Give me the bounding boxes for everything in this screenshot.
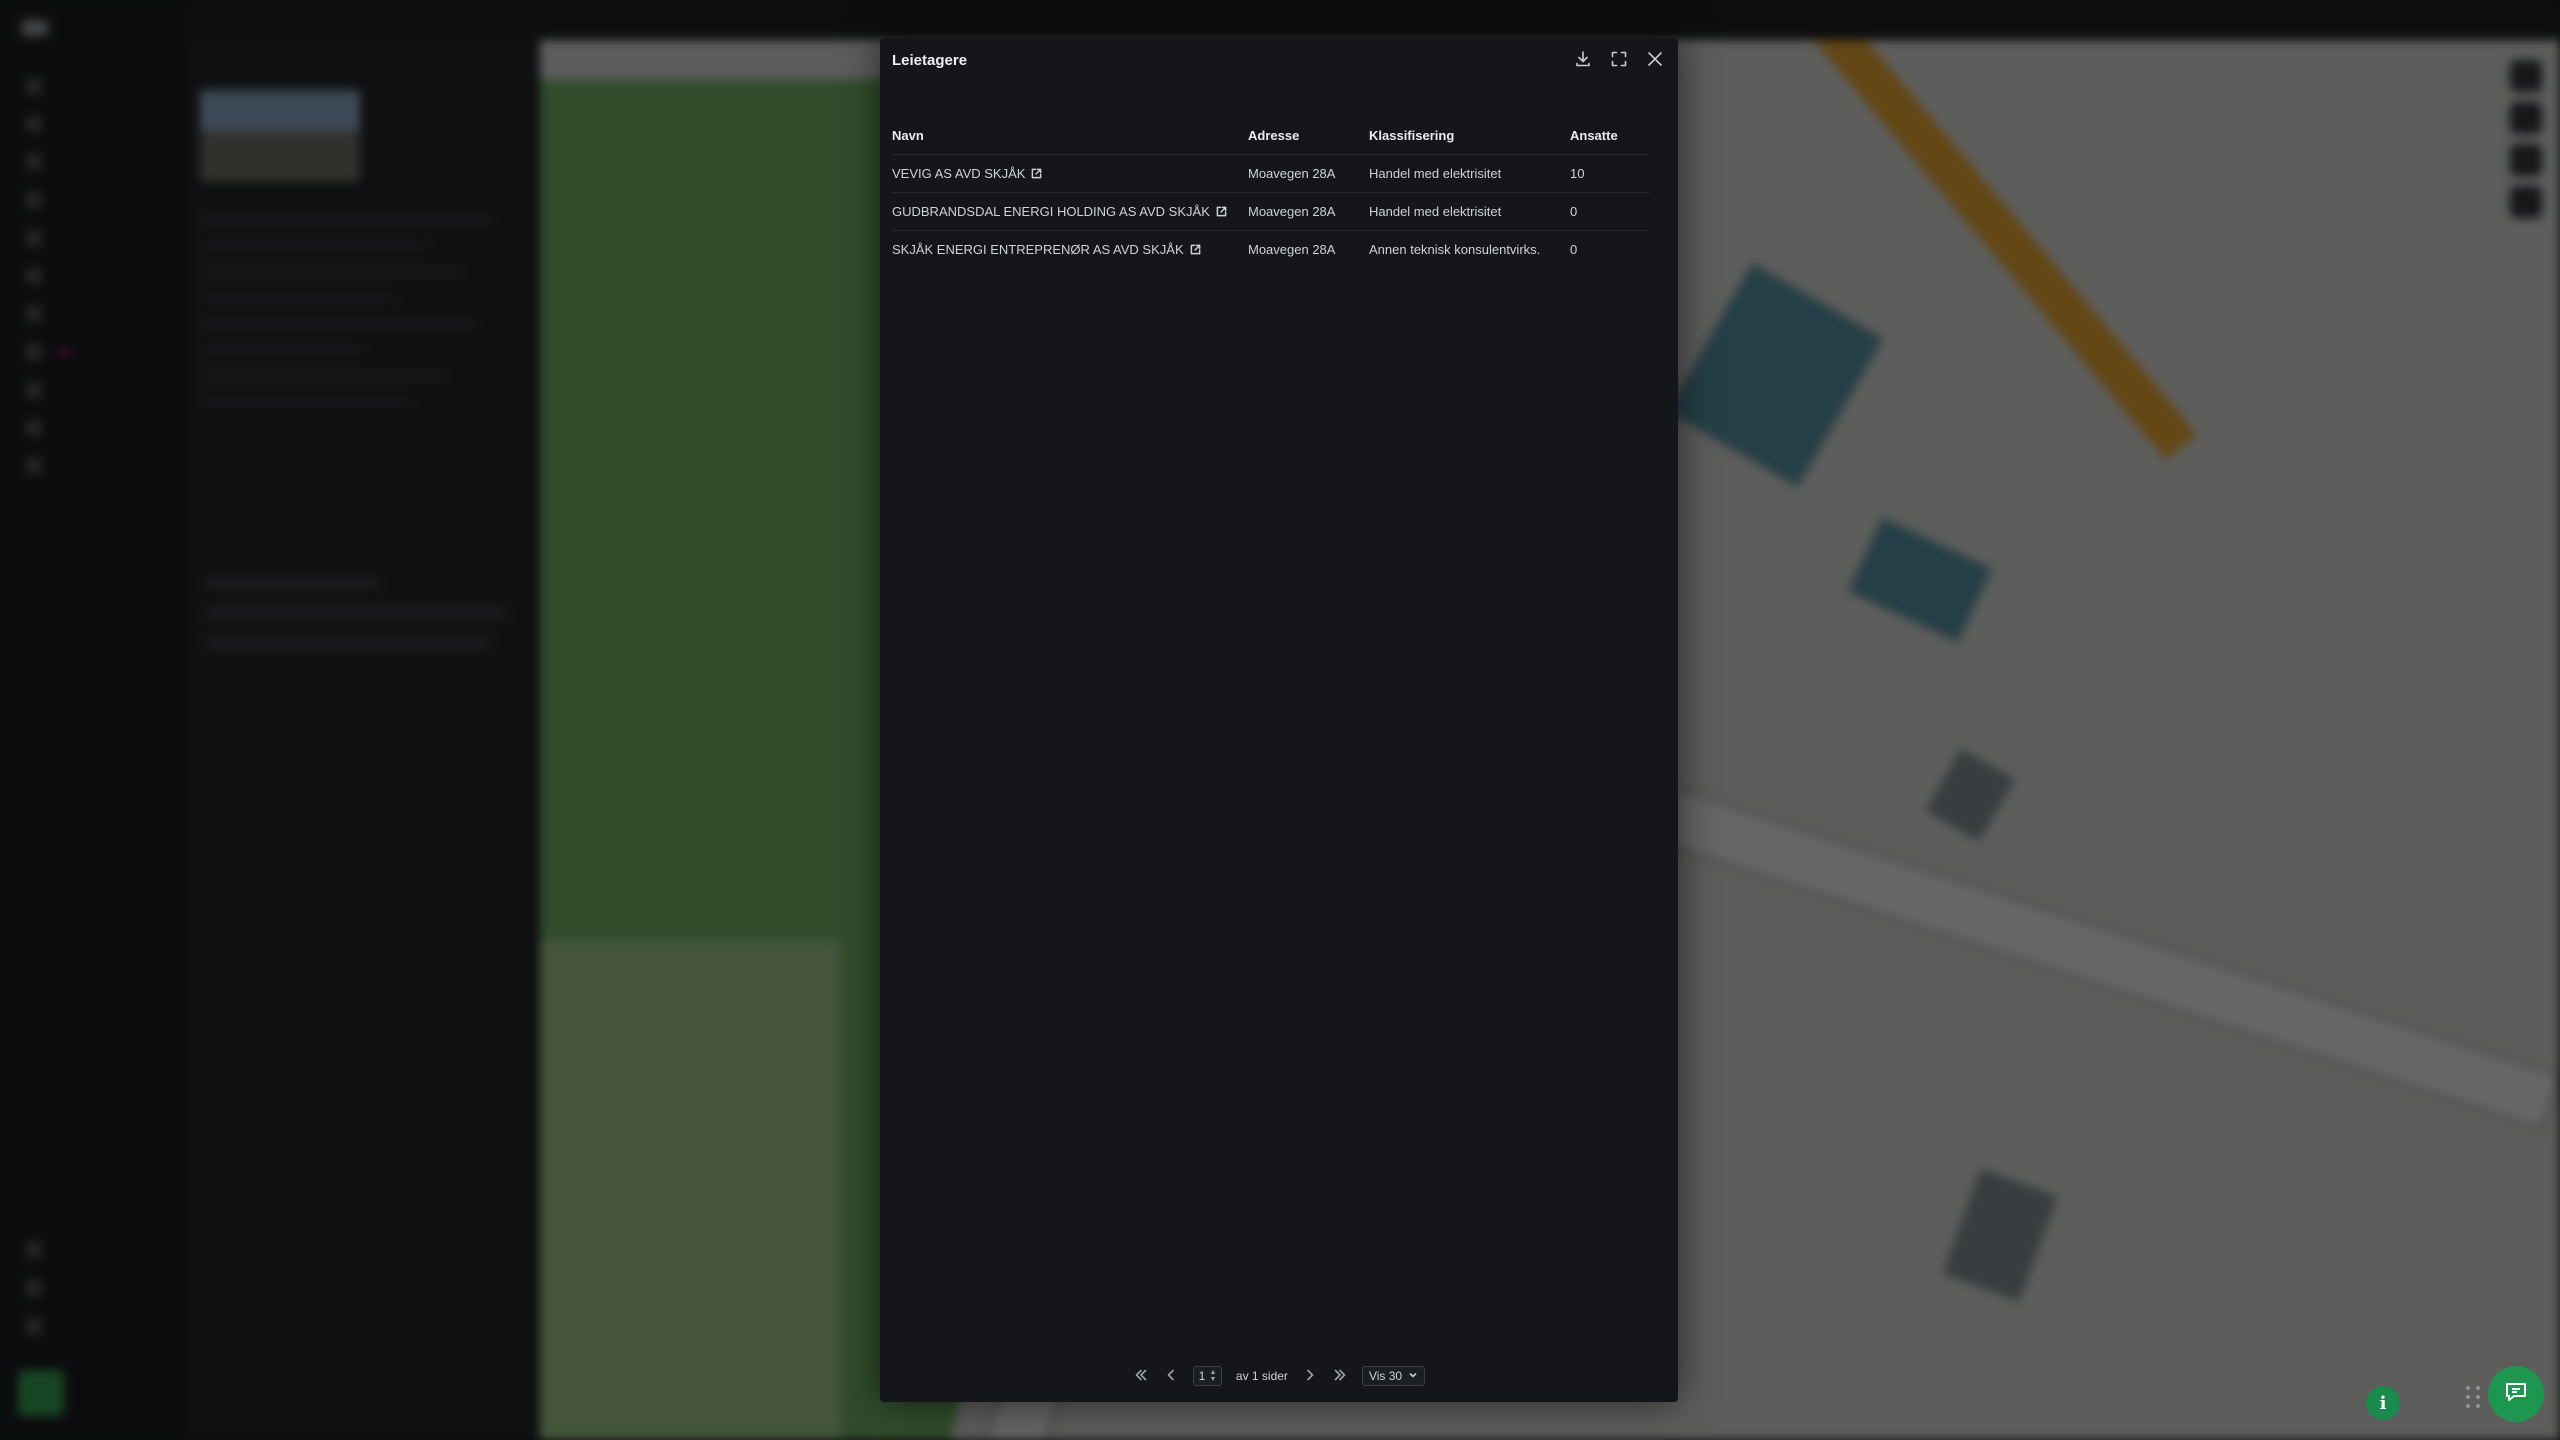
close-icon [1646,50,1664,73]
table-row: GUDBRANDSDAL ENERGI HOLDING AS AVD SKJÅK… [892,192,1650,230]
page-count-label: av 1 sider [1235,1369,1288,1383]
tenant-employees: 0 [1570,203,1578,219]
expand-button[interactable] [1606,48,1632,74]
info-button[interactable]: i [2366,1386,2400,1420]
close-button[interactable] [1642,48,1668,74]
tenant-name: VEVIG AS AVD SKJÅK [892,165,1026,181]
download-icon [1574,50,1592,73]
double-chevron-left-icon [1134,1368,1148,1385]
chevron-down-icon [1408,1369,1418,1383]
external-link-icon [1031,168,1042,179]
tenant-link[interactable]: SKJÅK ENERGI ENTREPRENØR AS AVD SKJÅK [892,242,1201,257]
tenants-modal: Leietagere Navn Adresse Klassifisering A… [880,38,1678,1402]
tenant-link[interactable]: GUDBRANDSDAL ENERGI HOLDING AS AVD SKJÅK [892,204,1227,219]
tenant-name: SKJÅK ENERGI ENTREPRENØR AS AVD SKJÅK [892,241,1184,257]
tenant-name-cell: VEVIG AS AVD SKJÅK [892,154,1248,192]
drag-handle-icon[interactable] [2466,1386,2482,1410]
chat-button[interactable] [2488,1366,2544,1422]
chevron-left-icon [1164,1368,1178,1385]
page-number-input[interactable]: 1 ▲ ▼ [1192,1366,1222,1386]
tenant-link[interactable]: VEVIG AS AVD SKJÅK [892,166,1042,181]
tenant-name: GUDBRANDSDAL ENERGI HOLDING AS AVD SKJÅK [892,203,1210,219]
first-page-button[interactable] [1133,1368,1149,1384]
page-size-select[interactable]: Vis 30 [1361,1366,1426,1386]
tenant-classification: Handel med elektrisitet [1369,165,1502,181]
tenants-table: Navn Adresse Klassifisering Ansatte VEVI… [892,118,1650,268]
next-page-button[interactable] [1302,1368,1318,1384]
pagination: 1 ▲ ▼ av 1 sider Vis 30 [880,1366,1678,1386]
last-page-button[interactable] [1332,1368,1348,1384]
download-button[interactable] [1570,48,1596,74]
tenant-address: Moavegen 28A [1248,241,1336,257]
chat-icon [2502,1378,2530,1411]
tenant-employees: 10 [1570,165,1585,181]
column-header-name[interactable]: Navn [892,118,1248,154]
modal-toolbar [1570,48,1668,74]
column-header-employees[interactable]: Ansatte [1570,118,1650,154]
column-header-address[interactable]: Adresse [1248,118,1369,154]
tenant-classification: Annen teknisk konsulentvirks. [1369,241,1541,257]
table-row: VEVIG AS AVD SKJÅK Moavegen 28A Handel m… [892,154,1650,192]
tenant-address: Moavegen 28A [1248,203,1336,219]
tenant-name-cell: GUDBRANDSDAL ENERGI HOLDING AS AVD SKJÅK [892,192,1248,230]
tenant-classification: Handel med elektrisitet [1369,203,1502,219]
double-chevron-right-icon [1333,1368,1347,1385]
tenant-name-cell: SKJÅK ENERGI ENTREPRENØR AS AVD SKJÅK [892,230,1248,268]
previous-page-button[interactable] [1163,1368,1179,1384]
external-link-icon [1190,244,1201,255]
external-link-icon [1216,206,1227,217]
tenant-employees: 0 [1570,241,1578,257]
chevron-right-icon [1303,1368,1317,1385]
column-header-classification[interactable]: Klassifisering [1369,118,1570,154]
expand-icon [1610,50,1628,73]
table-row: SKJÅK ENERGI ENTREPRENØR AS AVD SKJÅK Mo… [892,230,1650,268]
page-number-value: 1 [1198,1369,1206,1383]
stepper-icon: ▲ ▼ [1209,1369,1217,1383]
table-header-row: Navn Adresse Klassifisering Ansatte [892,118,1650,154]
page-size-value: Vis 30 [1368,1369,1403,1383]
modal-title: Leietagere [892,52,968,69]
tenant-address: Moavegen 28A [1248,165,1336,181]
